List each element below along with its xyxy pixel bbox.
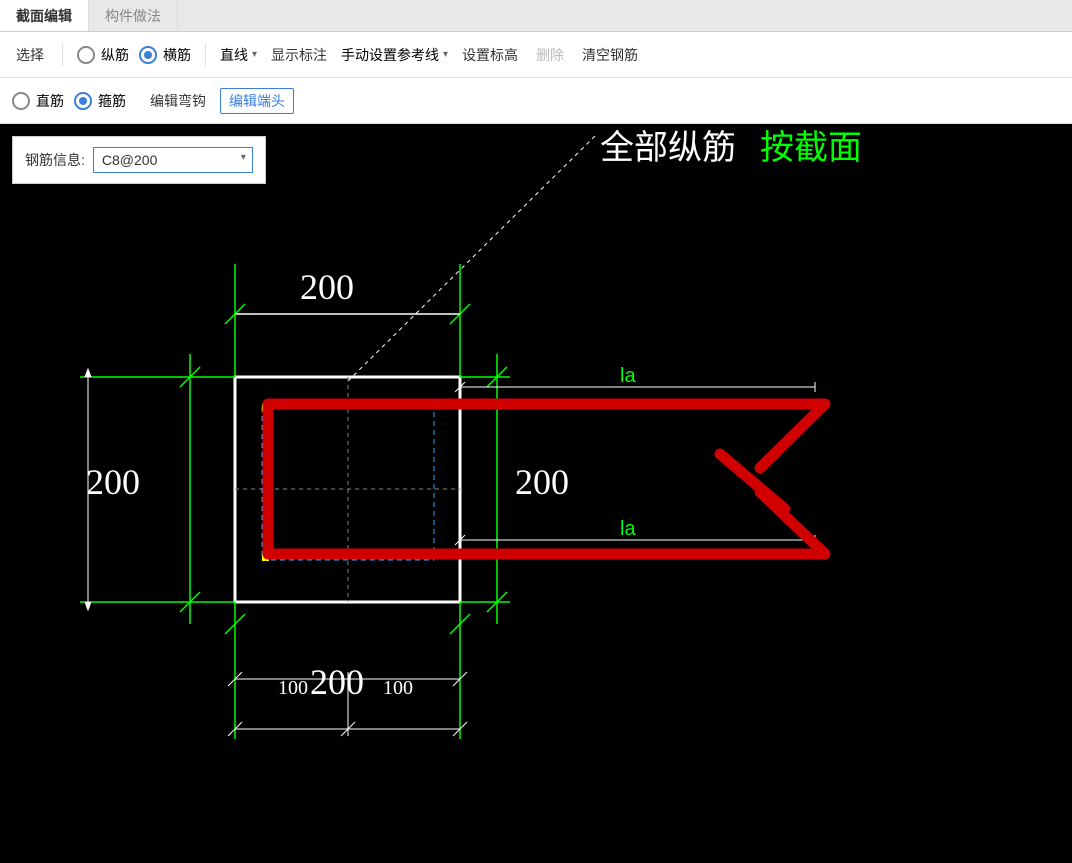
- set-elevation-button[interactable]: 设置标高: [458, 43, 522, 67]
- manual-refline-dropdown[interactable]: 手动设置参考线 ▾: [341, 45, 448, 65]
- dim-green-lines: [80, 264, 510, 739]
- dropdown-label: 手动设置参考线: [341, 45, 439, 65]
- svg-drawing: 全部纵筋 按截面: [0, 124, 1060, 844]
- radio-straight[interactable]: 直筋: [12, 91, 64, 111]
- delete-button[interactable]: 删除: [532, 43, 568, 67]
- edit-end-button[interactable]: 编辑端头: [220, 88, 294, 114]
- red-x-line: [720, 454, 785, 509]
- tabs-bar: 截面编辑 构件做法: [0, 0, 1072, 32]
- clear-rebar-button[interactable]: 清空钢筋: [578, 43, 642, 67]
- rebar-info-panel: 钢筋信息: C8@200: [12, 136, 266, 184]
- radio-label: 横筋: [163, 45, 191, 65]
- la-bottom-text: la: [620, 518, 636, 540]
- tab-component-method[interactable]: 构件做法: [89, 0, 178, 31]
- radio-stirrup[interactable]: 箍筋: [74, 91, 126, 111]
- line-dropdown[interactable]: 直线 ▾: [220, 45, 257, 65]
- tab-section-edit[interactable]: 截面编辑: [0, 0, 89, 31]
- dim-bottom-small-left: 100: [278, 677, 308, 699]
- radio-label: 纵筋: [101, 45, 129, 65]
- separator: [205, 44, 206, 66]
- dim-left-text: 200: [86, 462, 140, 502]
- radio-icon: [74, 92, 92, 110]
- drawing-canvas[interactable]: 钢筋信息: C8@200 全部纵筋 按截面: [0, 124, 1072, 863]
- radio-longitudinal[interactable]: 纵筋: [77, 45, 129, 65]
- title-white: 全部纵筋: [600, 129, 736, 167]
- show-annotation-button[interactable]: 显示标注: [267, 43, 331, 67]
- chevron-down-icon: ▾: [443, 49, 448, 60]
- select-tool[interactable]: 选择: [12, 43, 48, 67]
- rebar-info-label: 钢筋信息:: [25, 150, 85, 170]
- dim-bottom-text: 200: [310, 662, 364, 702]
- rebar-info-select[interactable]: C8@200: [93, 147, 253, 173]
- radio-transverse[interactable]: 横筋: [139, 45, 191, 65]
- radio-icon: [139, 46, 157, 64]
- separator: [62, 44, 63, 66]
- radio-label: 箍筋: [98, 91, 126, 111]
- la-top-text: la: [620, 365, 636, 387]
- leader-line: [345, 136, 595, 384]
- radio-icon: [77, 46, 95, 64]
- dim-bottom-small-right: 100: [383, 677, 413, 699]
- radio-icon: [12, 92, 30, 110]
- chevron-down-icon: ▾: [252, 49, 257, 60]
- toolbar-main: 选择 纵筋 横筋 直线 ▾ 显示标注 手动设置参考线 ▾ 设置标高 删除 清空钢…: [0, 32, 1072, 78]
- dim-top-text: 200: [300, 267, 354, 307]
- radio-label: 直筋: [36, 91, 64, 111]
- toolbar-secondary: 直筋 箍筋 编辑弯钩 编辑端头: [0, 78, 1072, 124]
- dim-inner-right-text: 200: [515, 462, 569, 502]
- edit-hook-button[interactable]: 编辑弯钩: [146, 89, 210, 113]
- title-green: 按截面: [760, 129, 862, 167]
- dropdown-label: 直线: [220, 45, 248, 65]
